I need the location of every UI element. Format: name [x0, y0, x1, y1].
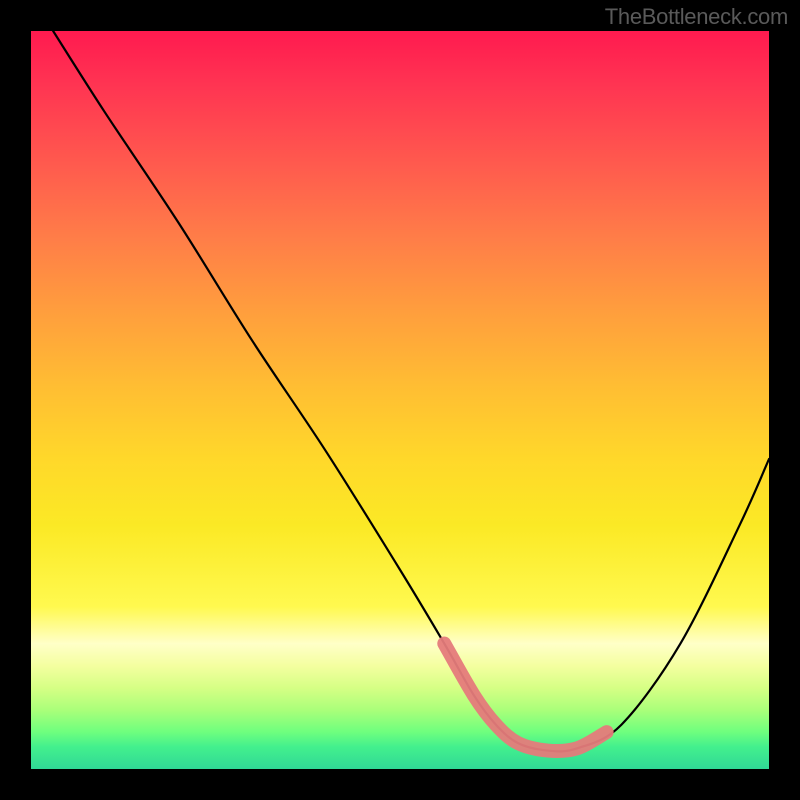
flat-segment-highlight	[444, 644, 606, 752]
watermark-text: TheBottleneck.com	[605, 4, 788, 30]
plot-area	[31, 31, 769, 769]
curve-layer	[53, 31, 769, 751]
chart-container: TheBottleneck.com	[0, 0, 800, 800]
chart-svg	[31, 31, 769, 769]
bottleneck-curve	[53, 31, 769, 751]
